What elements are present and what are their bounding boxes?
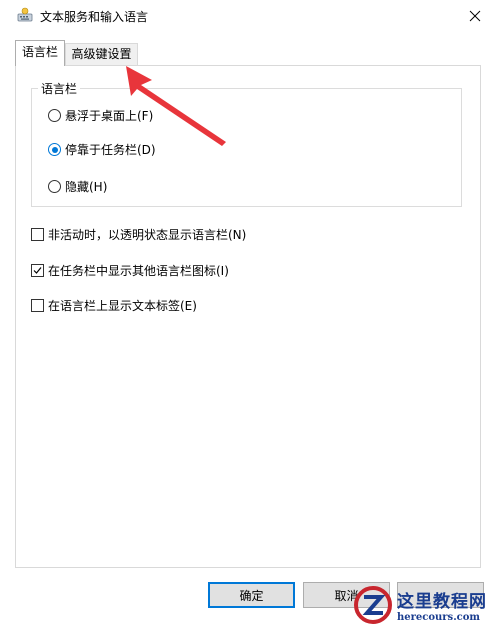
radio-label: 停靠于任务栏(D)	[65, 143, 156, 157]
checkbox-label: 非活动时，以透明状态显示语言栏(N)	[48, 228, 247, 242]
title-bar: 文本服务和输入语言	[0, 0, 498, 31]
checkbox[interactable]	[31, 299, 44, 312]
radio-float-desktop[interactable]: 悬浮于桌面上(F)	[48, 107, 153, 124]
window-title: 文本服务和输入语言	[40, 10, 149, 24]
watermark: 这里教程网 herecours.com	[353, 582, 498, 627]
radio-dock-taskbar[interactable]: 停靠于任务栏(D)	[48, 141, 156, 158]
checkmark-icon	[33, 267, 42, 274]
close-icon	[469, 10, 481, 21]
radio-button[interactable]	[48, 180, 61, 193]
watermark-cn-text: 这里教程网	[397, 591, 487, 612]
dialog-window: 文本服务和输入语言 语言栏 高级键设置 语言栏 悬浮于桌面上(F) 停靠于任务栏…	[0, 0, 498, 627]
tab-advanced-key-settings[interactable]: 高级键设置	[65, 43, 138, 65]
checkbox[interactable]	[31, 228, 44, 241]
checkbox-transparent-inactive[interactable]: 非活动时，以透明状态显示语言栏(N)	[31, 226, 246, 243]
checkbox-show-other-icons[interactable]: 在任务栏中显示其他语言栏图标(I)	[31, 262, 229, 279]
checkbox-label: 在语言栏上显示文本标签(E)	[48, 299, 197, 313]
radio-button[interactable]	[48, 109, 61, 122]
radio-label: 悬浮于桌面上(F)	[65, 109, 154, 123]
checkbox-checked[interactable]	[31, 264, 44, 277]
watermark-logo-icon	[353, 585, 393, 625]
radio-label: 隐藏(H)	[65, 180, 108, 194]
checkbox-show-text-labels[interactable]: 在语言栏上显示文本标签(E)	[31, 297, 197, 314]
watermark-url-text: herecours.com	[397, 611, 481, 623]
radio-hidden[interactable]: 隐藏(H)	[48, 178, 107, 195]
checkbox-label: 在任务栏中显示其他语言栏图标(I)	[48, 264, 229, 278]
keyboard-app-icon	[17, 7, 33, 23]
tab-language-bar[interactable]: 语言栏	[15, 40, 65, 66]
group-label: 语言栏	[38, 80, 81, 97]
close-button[interactable]	[452, 0, 498, 31]
radio-button-selected[interactable]	[48, 143, 61, 156]
ok-button[interactable]: 确定	[208, 582, 295, 608]
